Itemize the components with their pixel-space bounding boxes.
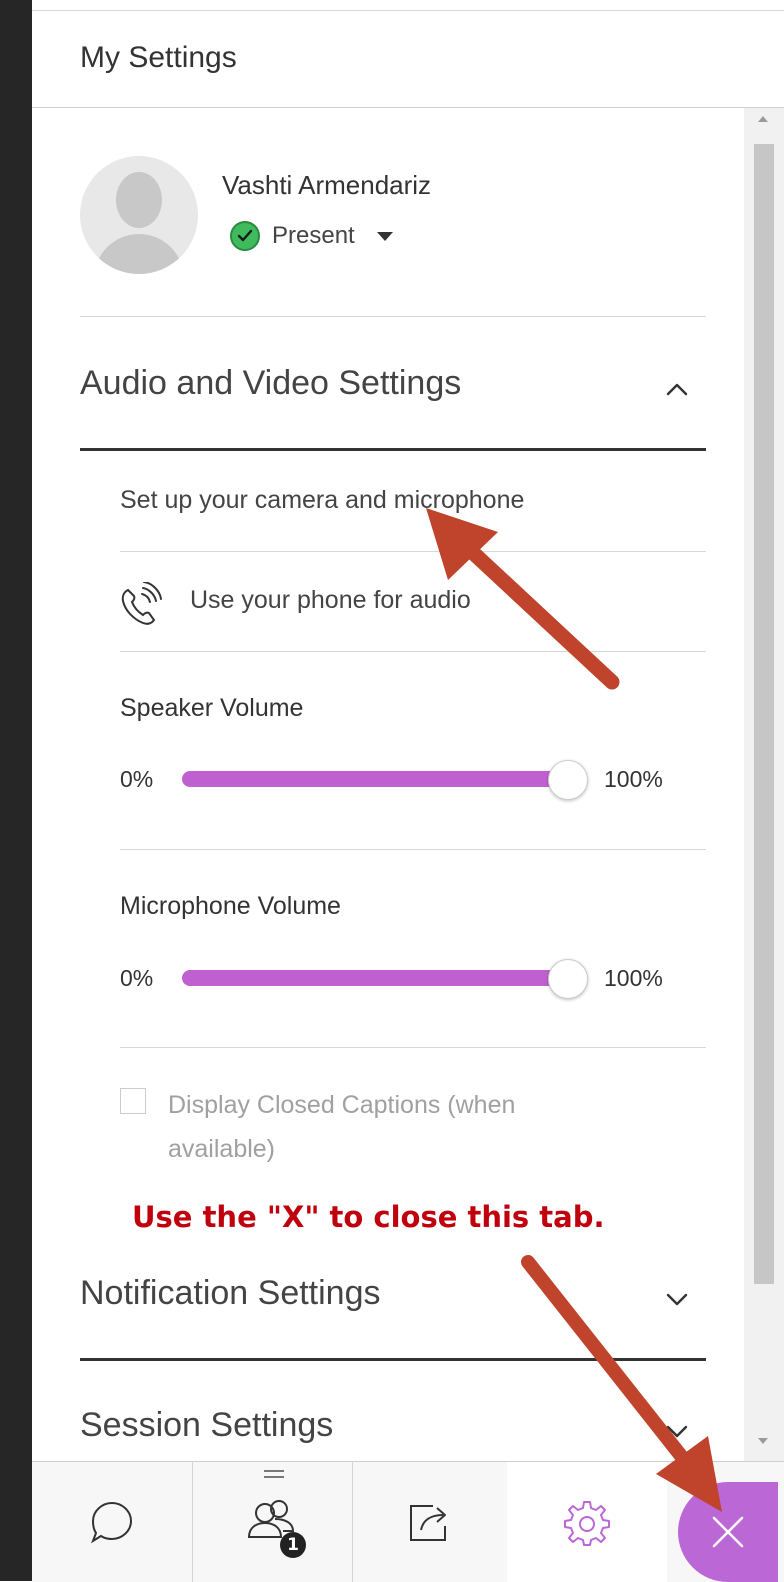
settings-button[interactable] [507, 1462, 667, 1582]
user-name: Vashti Armendariz [222, 170, 432, 200]
chevron-down-icon[interactable] [664, 1286, 690, 1312]
speaker-volume-label: Speaker Volume [120, 694, 304, 722]
session-settings-header[interactable]: Session Settings [80, 1406, 333, 1445]
phone-audio-link[interactable]: Use your phone for audio [190, 586, 471, 615]
scroll-up-arrow-icon[interactable] [758, 116, 768, 122]
divider [120, 651, 706, 652]
divider [120, 1047, 706, 1048]
check-circle-icon [230, 221, 260, 251]
left-dark-strip [0, 0, 32, 1581]
caret-down-icon [376, 231, 393, 241]
microphone-volume-thumb[interactable] [548, 959, 588, 999]
microphone-volume-label: Microphone Volume [120, 892, 341, 920]
avatar [80, 156, 198, 274]
speaker-volume-thumb[interactable] [548, 760, 588, 800]
close-icon [712, 1516, 744, 1548]
divider [120, 551, 706, 552]
chevron-down-icon[interactable] [664, 1418, 690, 1444]
scrollbar[interactable] [744, 108, 784, 1461]
avatar-body [94, 234, 184, 274]
notification-settings-header[interactable]: Notification Settings [80, 1274, 381, 1313]
speaker-max-label: 100% [604, 766, 663, 792]
panel-header: My Settings [32, 11, 784, 108]
section-divider [80, 1358, 706, 1361]
divider [120, 849, 706, 850]
divider [80, 316, 706, 317]
top-border [32, 0, 784, 11]
scroll-down-arrow-icon[interactable] [758, 1438, 768, 1444]
close-button[interactable] [678, 1482, 778, 1582]
section-divider [80, 448, 706, 451]
closed-captions-label: Display Closed Captions (when available) [168, 1091, 516, 1163]
annotation-text: Use the "X" to close this tab. [132, 1200, 605, 1234]
attendees-button[interactable]: 1 [192, 1462, 352, 1582]
microphone-max-label: 100% [604, 965, 663, 991]
avatar-head [116, 172, 162, 228]
scrollbar-thumb[interactable] [754, 144, 774, 1284]
share-content-icon [409, 1505, 446, 1541]
speaker-min-label: 0% [120, 766, 154, 792]
status-dropdown[interactable]: Present [230, 220, 393, 252]
chat-icon [91, 1501, 133, 1544]
attendees-count-badge: 1 [280, 1532, 306, 1558]
microphone-min-label: 0% [120, 965, 154, 991]
share-content-button[interactable] [352, 1462, 507, 1582]
panel-title: My Settings [80, 41, 237, 74]
settings-content: Vashti Armendariz Present Audio and Vide… [32, 108, 744, 1461]
closed-captions-checkbox[interactable] [120, 1088, 146, 1114]
camera-setup-link[interactable]: Set up your camera and microphone [120, 486, 524, 515]
microphone-volume-slider[interactable] [182, 970, 562, 986]
status-label: Present [272, 222, 355, 249]
audio-video-section-header[interactable]: Audio and Video Settings [80, 364, 461, 403]
bottom-toolbar: 1 [32, 1461, 784, 1582]
phone-icon [121, 582, 162, 625]
speaker-volume-slider[interactable] [182, 771, 562, 787]
chat-button[interactable] [32, 1462, 192, 1582]
settings-icon [564, 1501, 610, 1546]
chevron-up-icon[interactable] [664, 376, 690, 402]
